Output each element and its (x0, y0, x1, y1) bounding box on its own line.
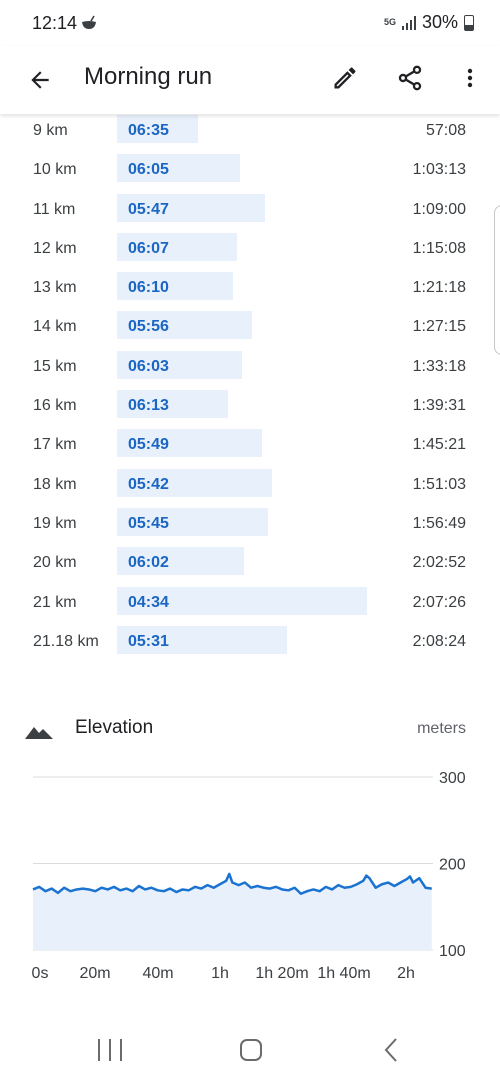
split-pace: 04:34 (128, 593, 169, 611)
x-tick-label: 1h 20m (255, 965, 308, 982)
split-pace: 06:10 (128, 279, 169, 297)
split-distance: 11 km (33, 200, 76, 218)
split-time: 1:15:08 (412, 239, 466, 257)
split-distance: 15 km (33, 357, 77, 375)
battery-percent: 30% (421, 12, 458, 32)
recent-apps-button[interactable] (98, 1039, 122, 1061)
split-time: 1:56:49 (412, 514, 466, 532)
split-time: 1:33:18 (412, 357, 466, 375)
edit-pencil-icon (334, 67, 356, 89)
split-pace: 05:56 (128, 318, 169, 336)
share-button[interactable] (392, 60, 428, 96)
x-tick-label: 1h (211, 965, 229, 982)
split-time: 1:21:18 (412, 279, 466, 297)
split-distance: 10 km (33, 161, 77, 179)
more-options-button[interactable] (452, 60, 488, 96)
split-time: 57:08 (425, 122, 466, 139)
split-row: 21.18 km 05:31 2:08:24 (0, 621, 500, 660)
app-bar: Morning run (0, 46, 500, 114)
share-icon (398, 65, 422, 91)
split-row: 14 km 05:56 1:27:15 (0, 306, 500, 345)
elevation-area (33, 873, 432, 950)
split-pace: 06:07 (128, 239, 169, 257)
split-row: 11 km 05:47 1:09:00 (0, 189, 500, 228)
split-pace: 06:02 (128, 554, 169, 572)
split-time: 2:08:24 (412, 632, 466, 650)
status-bar: 12:14 5G 30% (0, 0, 500, 46)
y-tick-label: 200 (439, 857, 466, 874)
battery-icon (464, 14, 474, 31)
split-distance: 19 km (33, 514, 77, 532)
status-time: 12:14 (32, 13, 78, 33)
split-distance: 18 km (33, 475, 77, 493)
elevation-unit: meters (417, 720, 466, 737)
nav-back-button[interactable] (382, 1037, 400, 1063)
x-tick-label: 1h 40m (317, 965, 370, 982)
home-button[interactable] (240, 1039, 262, 1061)
split-distance: 20 km (33, 554, 77, 572)
split-time: 2:02:52 (412, 554, 466, 572)
split-row: 18 km 05:42 1:51:03 (0, 464, 500, 503)
elevation-header: Elevation meters (0, 712, 500, 744)
split-row: 17 km 05:49 1:45:21 (0, 424, 500, 463)
split-row: 9 km 06:35 57:08 (0, 110, 500, 149)
more-vert-icon (467, 68, 473, 88)
system-nav-bar (0, 1020, 500, 1083)
app-notification-icon (82, 15, 96, 29)
y-tick-label: 300 (439, 770, 466, 787)
signal-icon (401, 15, 416, 30)
network-type: 5G (383, 17, 396, 27)
page-title: Morning run (84, 63, 213, 90)
split-pace: 06:05 (128, 161, 169, 179)
split-time: 1:09:00 (412, 200, 466, 218)
split-distance: 21 km (33, 593, 77, 611)
split-row: 15 km 06:03 1:33:18 (0, 346, 500, 385)
split-pace: 05:45 (128, 514, 169, 532)
split-time: 2:07:26 (412, 593, 466, 611)
status-indicators: 5G 30% (384, 12, 474, 33)
split-pace: 05:47 (128, 200, 169, 218)
x-tick-label: 40m (142, 965, 173, 982)
split-pace: 05:31 (128, 632, 169, 650)
split-distance: 14 km (33, 318, 77, 336)
x-tick-label: 2h (397, 965, 415, 982)
x-tick-label: 20m (79, 965, 110, 982)
mountain-icon (25, 727, 53, 739)
split-time: 1:45:21 (412, 436, 466, 454)
split-pace: 05:42 (128, 475, 169, 493)
x-tick-label: 0s (32, 965, 49, 982)
split-row: 19 km 05:45 1:56:49 (0, 503, 500, 542)
elevation-chart: 300 200 100 0s 20m 40m 1h 1h 20m 1h 40m 2h (32, 770, 466, 982)
split-row: 13 km 06:10 1:21:18 (0, 267, 500, 306)
edit-button[interactable] (327, 60, 363, 96)
back-button[interactable] (22, 62, 58, 98)
split-time: 1:03:13 (412, 161, 466, 179)
split-pace: 06:03 (128, 357, 169, 375)
split-pace: 05:49 (128, 436, 169, 454)
scroll-indicator[interactable] (494, 205, 500, 355)
split-time: 1:51:03 (412, 475, 466, 493)
split-row: 20 km 06:02 2:02:52 (0, 542, 500, 581)
split-row: 21 km 04:34 2:07:26 (0, 582, 500, 621)
elevation-title: Elevation (75, 717, 154, 738)
back-arrow-icon (31, 71, 49, 89)
y-tick-label: 100 (439, 943, 466, 960)
split-row: 16 km 06:13 1:39:31 (0, 385, 500, 424)
split-distance: 12 km (33, 239, 77, 257)
split-pace: 06:13 (128, 397, 169, 415)
split-pace: 06:35 (128, 122, 169, 139)
split-row: 12 km 06:07 1:15:08 (0, 228, 500, 267)
split-time: 1:39:31 (412, 397, 466, 415)
split-distance: 13 km (33, 279, 77, 297)
split-distance: 16 km (33, 397, 77, 415)
split-distance: 17 km (33, 436, 77, 454)
split-distance: 21.18 km (33, 632, 99, 650)
split-time: 1:27:15 (412, 318, 466, 336)
split-row: 10 km 06:05 1:03:13 (0, 149, 500, 188)
splits-list: 9 km 06:35 57:08 10 km 06:05 1:03:13 11 km 05:4… (0, 110, 500, 660)
split-distance: 9 km (33, 122, 68, 139)
